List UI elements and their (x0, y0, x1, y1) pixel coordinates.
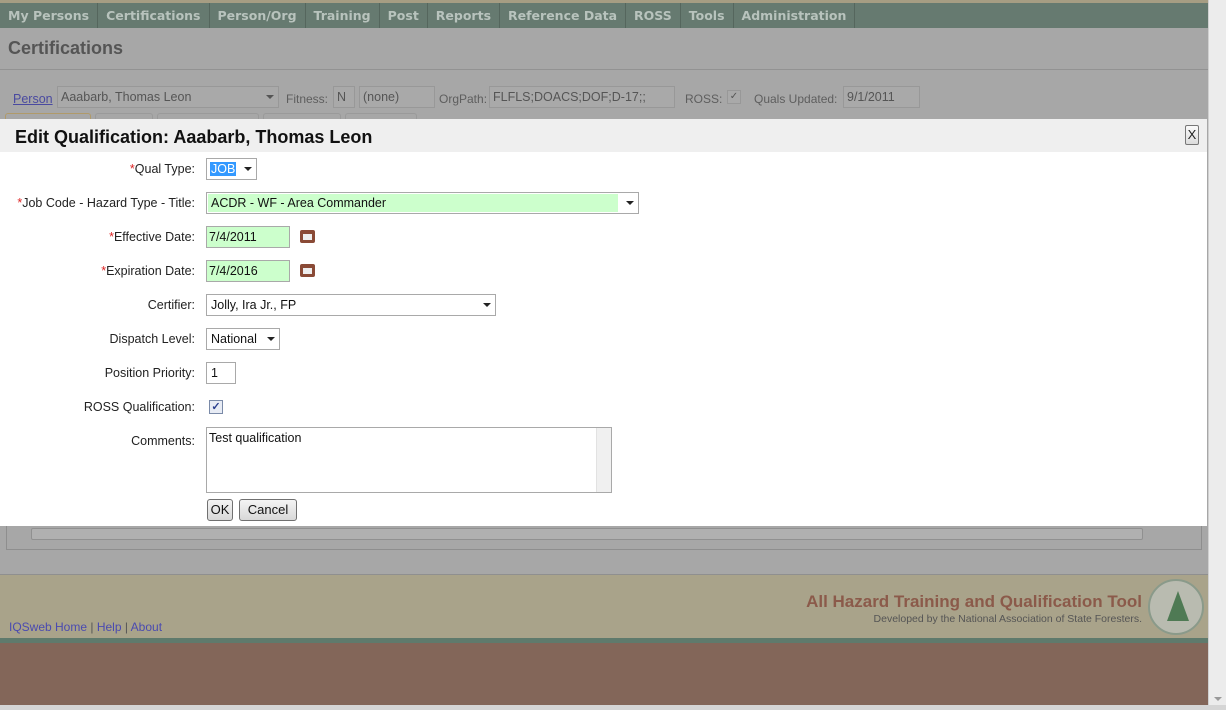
effective-date-input[interactable]: 7/4/2011 (206, 226, 290, 248)
certifier-label: Certifier: (147, 298, 195, 312)
qual-type-row: *Qual Type: JOB (0, 158, 700, 182)
tree-icon (1167, 591, 1189, 621)
scroll-down-icon[interactable] (1214, 697, 1222, 701)
person-bar: Person Aaabarb, Thomas Leon Fitness: N (… (0, 86, 1208, 110)
footer-links: IQSweb Home | Help | About (9, 620, 162, 634)
expiration-date-input[interactable]: 7/4/2016 (206, 260, 290, 282)
effective-date-label: *Effective Date: (109, 230, 195, 244)
nav-training[interactable]: Training (306, 3, 380, 28)
job-code-value: ACDR - WF - Area Commander (211, 196, 387, 210)
certifier-row: Certifier: Jolly, Ira Jr., FP (0, 294, 700, 318)
dispatch-level-select[interactable]: National (206, 328, 280, 350)
close-button[interactable]: X (1185, 125, 1199, 145)
position-priority-label: Position Priority: (104, 366, 195, 380)
ross-qualification-checkbox[interactable]: ✓ (209, 400, 223, 414)
qual-type-select[interactable]: JOB (206, 158, 257, 180)
separator: | (90, 620, 94, 634)
job-code-label: *Job Code - Hazard Type - Title: (17, 196, 195, 210)
chevron-down-icon (483, 303, 491, 307)
qual-type-label: *Qual Type: (129, 162, 195, 176)
nav-my-persons[interactable]: My Persons (0, 3, 99, 28)
footer-band (0, 643, 1208, 705)
nav-ross[interactable]: ROSS (626, 3, 681, 28)
certifier-value: Jolly, Ira Jr., FP (211, 298, 297, 312)
comments-label: Comments: (131, 434, 195, 448)
comments-textarea[interactable]: Test qualification (206, 427, 612, 493)
footer-link-about[interactable]: About (131, 620, 162, 634)
expiration-date-row: *Expiration Date: 7/4/2016 (0, 260, 700, 284)
textarea-scrollbar[interactable] (596, 428, 611, 492)
divider (0, 69, 1208, 70)
nav-administration[interactable]: Administration (734, 3, 856, 28)
dispatch-level-value: National (211, 332, 257, 346)
app-subtitle: Developed by the National Association of… (873, 613, 1142, 625)
chevron-down-icon (244, 167, 252, 171)
certifier-select[interactable]: Jolly, Ira Jr., FP (206, 294, 496, 316)
dialog-title: Edit Qualification: Aaabarb, Thomas Leon (15, 127, 373, 147)
position-priority-input[interactable]: 1 (206, 362, 236, 384)
scroll-thumb[interactable] (31, 528, 1143, 540)
chevron-down-icon (626, 201, 634, 205)
calendar-icon[interactable] (300, 264, 315, 277)
dialog-header: Edit Qualification: Aaabarb, Thomas Leon… (0, 119, 1207, 152)
calendar-icon[interactable] (300, 230, 315, 243)
position-priority-row: Position Priority: 1 (0, 362, 700, 386)
person-link[interactable]: Person (13, 92, 53, 106)
comments-value: Test qualification (209, 431, 302, 445)
nav-certifications[interactable]: Certifications (98, 3, 210, 28)
effective-date-row: *Effective Date: 7/4/2011 (0, 226, 700, 250)
window-bottom-edge (0, 705, 1226, 710)
orgpath-label: OrgPath: (439, 92, 488, 106)
nav-reference-data[interactable]: Reference Data (500, 3, 627, 28)
chevron-down-icon (266, 95, 274, 99)
quals-updated-value: 9/1/2011 (843, 86, 920, 108)
ross-qualification-label: ROSS Qualification: (83, 400, 195, 414)
quals-updated-label: Quals Updated: (754, 92, 838, 106)
fitness-label: Fitness: (286, 92, 329, 106)
nav-tools[interactable]: Tools (681, 3, 734, 28)
ross-qualification-row: ROSS Qualification: ✓ (0, 396, 700, 420)
main-nav: My Persons Certifications Person/Org Tra… (0, 3, 1208, 28)
orgpath-value: FLFLS;DOACS;DOF;D-17;; (489, 86, 675, 108)
vertical-scrollbar[interactable] (1208, 0, 1226, 705)
footer-link-help[interactable]: Help (97, 620, 122, 634)
chevron-down-icon (267, 337, 275, 341)
horizontal-scrollbar[interactable] (6, 526, 1202, 550)
qual-type-value: JOB (210, 162, 237, 176)
fitness-value: N (333, 86, 355, 108)
dispatch-level-label: Dispatch Level: (109, 332, 195, 346)
job-code-row: *Job Code - Hazard Type - Title: ACDR - … (0, 192, 700, 216)
job-code-select[interactable]: ACDR - WF - Area Commander (206, 192, 639, 214)
fitness-extra: (none) (359, 86, 435, 108)
ross-checkbox[interactable]: ✓ (727, 90, 741, 104)
cancel-button[interactable]: Cancel (239, 499, 297, 521)
ross-label: ROSS: (685, 92, 723, 106)
person-select-value: Aaabarb, Thomas Leon (61, 90, 192, 104)
nasf-seal-logo (1148, 579, 1204, 635)
nav-reports[interactable]: Reports (428, 3, 501, 28)
page-title: Certifications (8, 38, 124, 58)
footer: IQSweb Home | Help | About All Hazard Tr… (0, 574, 1208, 638)
expiration-date-label: *Expiration Date: (101, 264, 195, 278)
footer-link-home[interactable]: IQSweb Home (9, 620, 87, 634)
nav-person-org[interactable]: Person/Org (210, 3, 306, 28)
dispatch-level-row: Dispatch Level: National (0, 328, 700, 352)
person-select[interactable]: Aaabarb, Thomas Leon (57, 86, 279, 108)
separator: | (124, 620, 128, 634)
ok-button[interactable]: OK (207, 499, 233, 521)
nav-post[interactable]: Post (380, 3, 428, 28)
app-title: All Hazard Training and Qualification To… (806, 592, 1142, 611)
